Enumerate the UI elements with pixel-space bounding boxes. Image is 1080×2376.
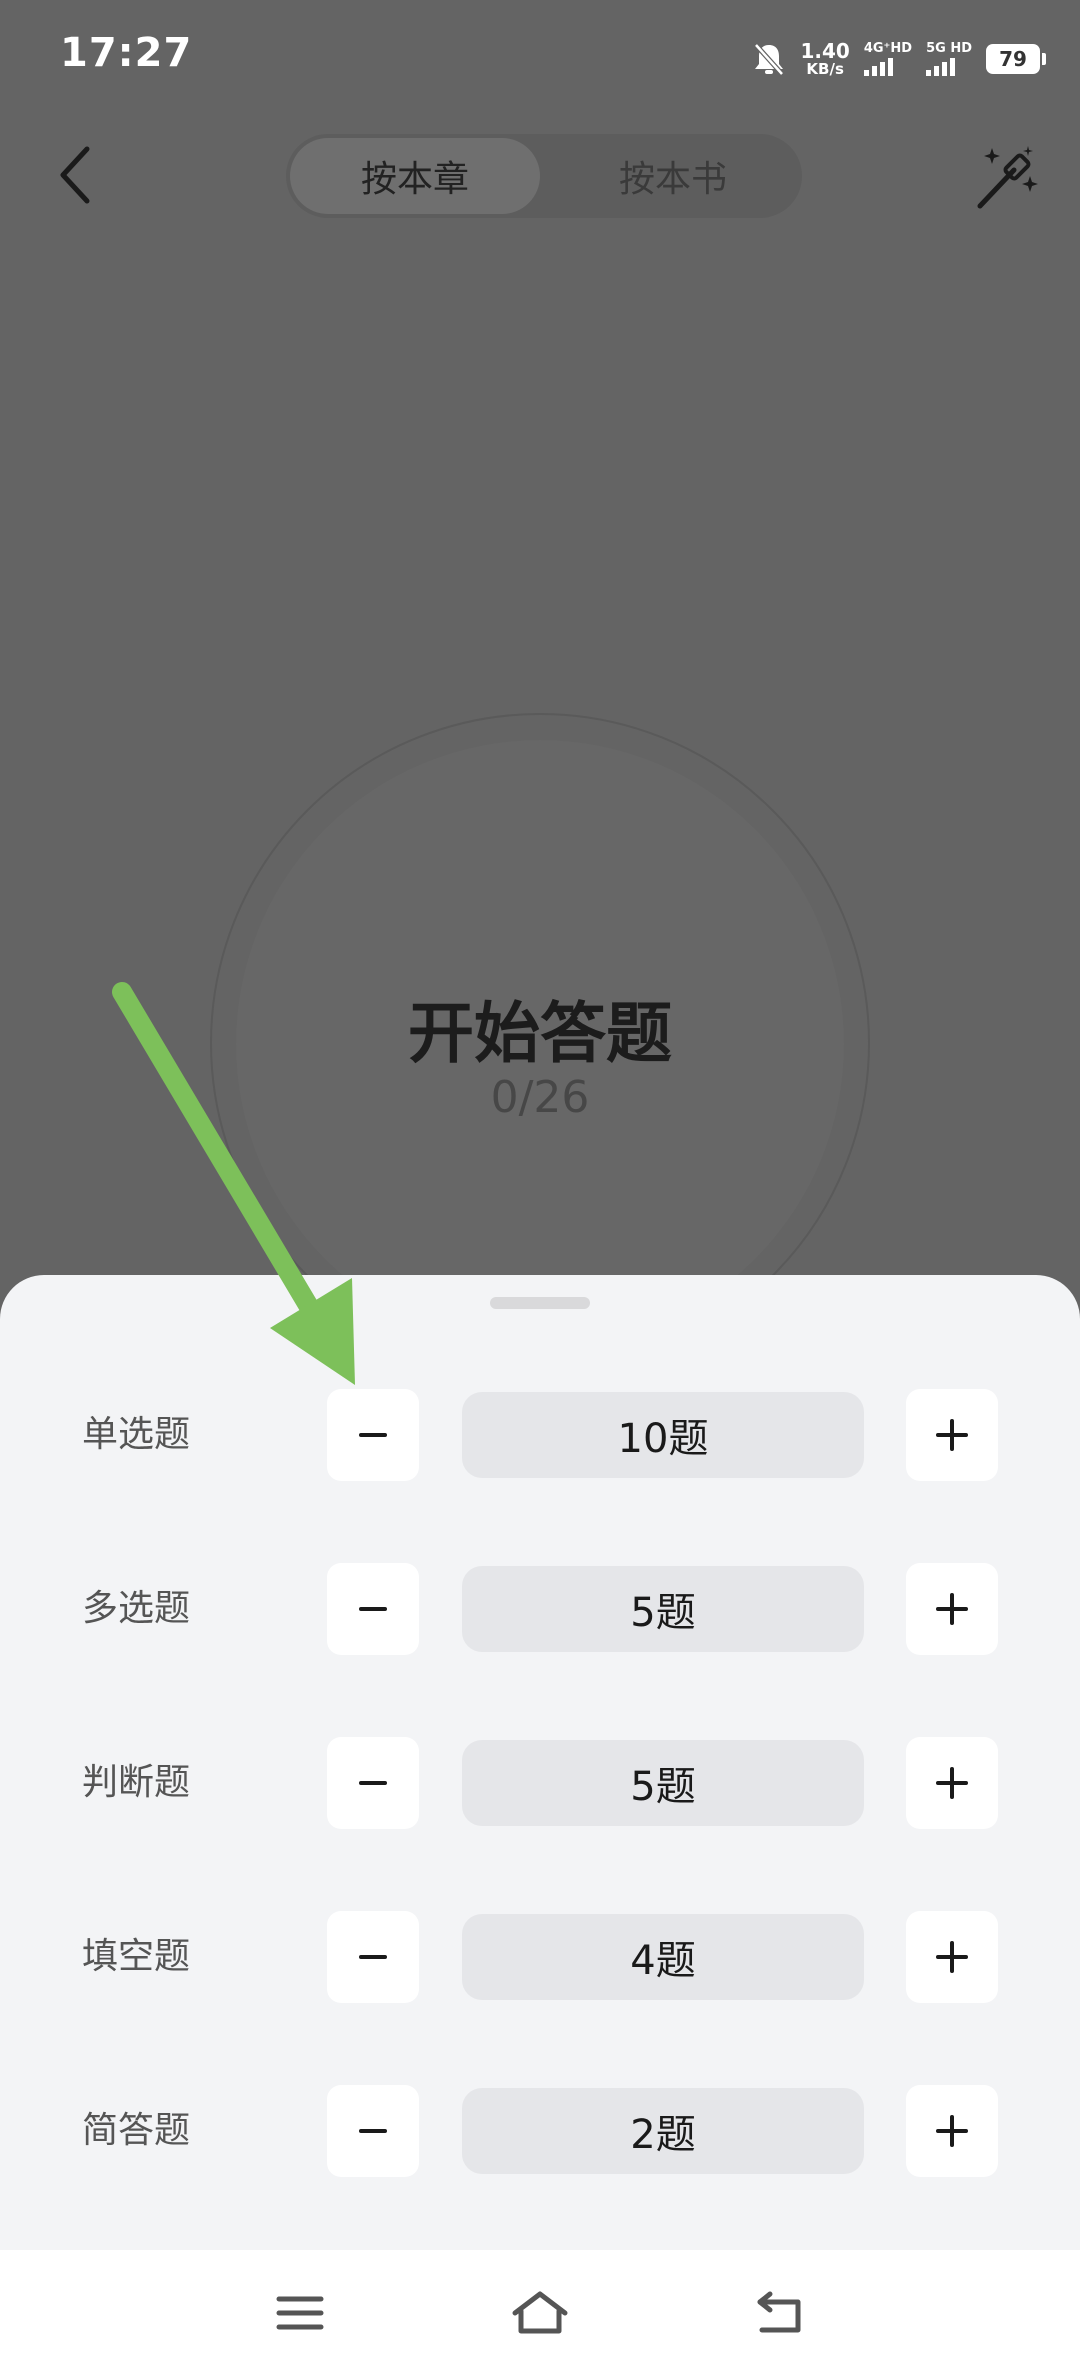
- minus-icon: [359, 1607, 387, 1611]
- count-value: 5题: [462, 1566, 864, 1652]
- sheet-drag-handle[interactable]: [490, 1297, 590, 1309]
- row-fill-in-blank: 填空题 4题: [0, 1911, 1080, 2003]
- return-icon: [757, 2291, 801, 2333]
- battery-indicator: 79: [986, 44, 1046, 74]
- question-settings-sheet: 单选题 10题 多选题 5题 判断题 5题 填空题 4题 简答题 2题: [0, 1275, 1080, 2250]
- row-label: 填空题: [82, 1936, 191, 1977]
- count-value: 2题: [462, 2088, 864, 2174]
- count-value: 5题: [462, 1740, 864, 1826]
- sim1-signal: 4G⁺HD: [863, 41, 913, 76]
- count-value: 4题: [462, 1914, 864, 2000]
- plus-icon: [936, 2115, 968, 2147]
- sim2-label: 5G HD: [926, 41, 972, 56]
- status-bar: 17:27 1.40 KB/s 4G⁺HD 5G HD 79: [0, 0, 1080, 110]
- return-button[interactable]: [740, 2280, 820, 2346]
- decrease-button[interactable]: [327, 1563, 419, 1655]
- minus-icon: [359, 1433, 387, 1437]
- row-label: 单选题: [82, 1414, 191, 1455]
- home-icon: [512, 2291, 568, 2334]
- minus-icon: [359, 1955, 387, 1959]
- status-icons: 1.40 KB/s 4G⁺HD 5G HD 79: [752, 34, 1046, 84]
- signal-bars-icon: [863, 58, 893, 76]
- increase-button[interactable]: [906, 1389, 998, 1481]
- plus-icon: [936, 1593, 968, 1625]
- minus-icon: [359, 1781, 387, 1785]
- row-single-choice: 单选题 10题: [0, 1389, 1080, 1481]
- row-label: 简答题: [82, 2110, 191, 2151]
- home-button[interactable]: [500, 2280, 580, 2346]
- network-speed-value: 1.40: [800, 39, 850, 63]
- sim2-signal: 5G HD: [926, 42, 972, 76]
- increase-button[interactable]: [906, 1911, 998, 2003]
- magic-wand-button[interactable]: [968, 140, 1044, 216]
- decrease-button[interactable]: [327, 1389, 419, 1481]
- row-multiple-choice: 多选题 5题: [0, 1563, 1080, 1655]
- row-true-false: 判断题 5题: [0, 1737, 1080, 1829]
- increase-button[interactable]: [906, 1737, 998, 1829]
- plus-icon: [936, 1767, 968, 1799]
- signal-bars-icon: [926, 58, 956, 76]
- network-speed-unit: KB/s: [806, 60, 844, 78]
- decrease-button[interactable]: [327, 1911, 419, 2003]
- minus-icon: [359, 2129, 387, 2133]
- system-nav-bar: [0, 2250, 1080, 2376]
- tab-by-book[interactable]: 按本书: [548, 138, 798, 214]
- quiz-progress: 0/26: [490, 1072, 590, 1123]
- row-label: 判断题: [82, 1762, 191, 1803]
- count-value: 10题: [462, 1392, 864, 1478]
- increase-button[interactable]: [906, 2085, 998, 2177]
- row-short-answer: 简答题 2题: [0, 2085, 1080, 2177]
- decrease-button[interactable]: [327, 1737, 419, 1829]
- back-icon: [60, 146, 90, 204]
- sim1-label: 4G⁺HD: [863, 41, 913, 56]
- scope-segmented-control: 按本章 按本书: [286, 134, 802, 218]
- status-time: 17:27: [60, 30, 193, 76]
- increase-button[interactable]: [906, 1563, 998, 1655]
- magic-wand-icon: [977, 146, 1038, 209]
- plus-icon: [936, 1419, 968, 1451]
- menu-button[interactable]: [260, 2280, 340, 2346]
- tab-by-chapter[interactable]: 按本章: [290, 138, 540, 214]
- row-label: 多选题: [82, 1588, 191, 1629]
- network-speed: 1.40 KB/s: [800, 41, 849, 77]
- menu-icon: [276, 2296, 324, 2330]
- top-nav: 按本章 按本书: [0, 120, 1080, 230]
- back-button[interactable]: [40, 140, 110, 210]
- start-quiz-title[interactable]: 开始答题: [0, 980, 1080, 1076]
- decrease-button[interactable]: [327, 2085, 419, 2177]
- plus-icon: [936, 1941, 968, 1973]
- bell-muted-icon: [752, 41, 786, 77]
